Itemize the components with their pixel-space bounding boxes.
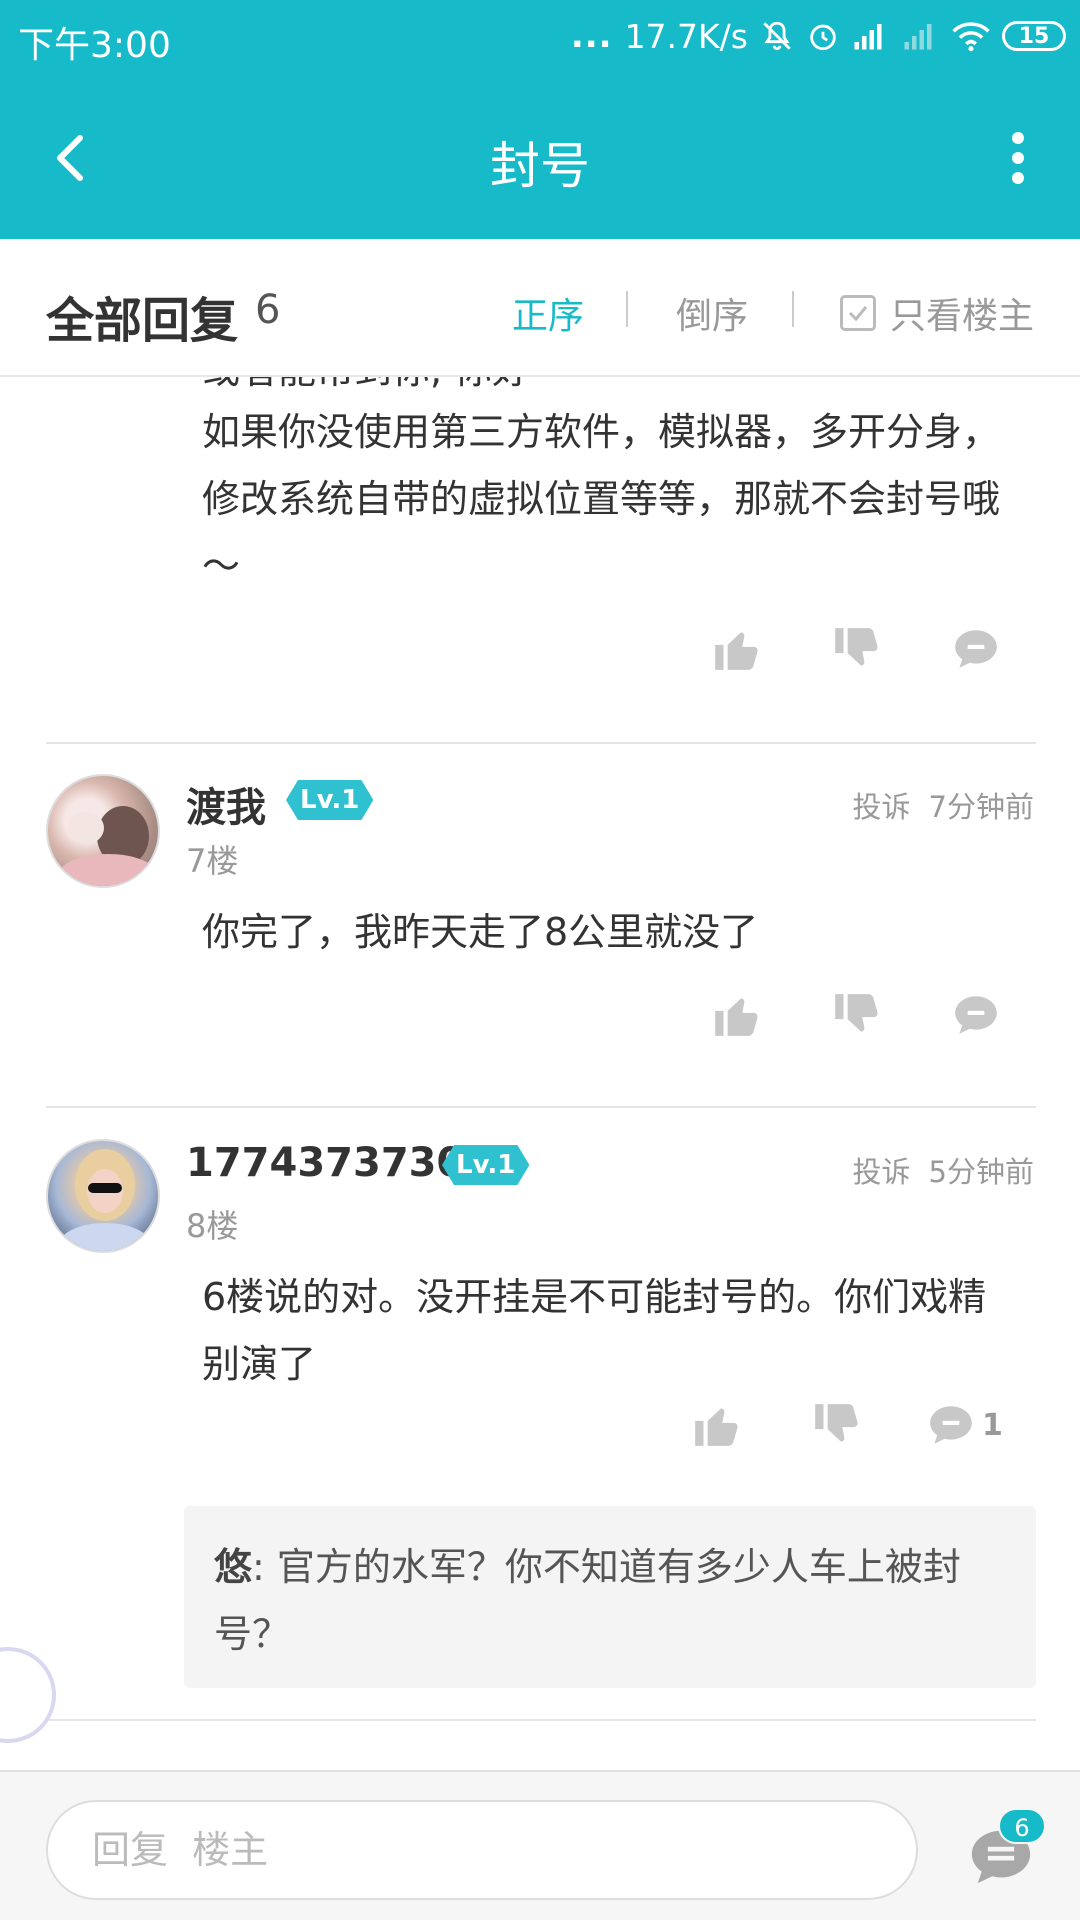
level-badge: Lv.1 bbox=[286, 780, 373, 820]
thumbs-up-icon bbox=[695, 1408, 738, 1446]
sub-reply-author[interactable]: 悠 bbox=[214, 1545, 252, 1589]
reply-input[interactable] bbox=[48, 1802, 916, 1898]
comment-count-badge: 6 bbox=[998, 1808, 1046, 1844]
comment-button[interactable]: 1 bbox=[926, 1395, 1016, 1455]
alarm-icon bbox=[806, 19, 840, 53]
level-badge: Lv.1 bbox=[442, 1145, 529, 1185]
divider bbox=[46, 1106, 1036, 1108]
checkbox[interactable] bbox=[840, 295, 876, 331]
floor-number: 8楼 bbox=[186, 1207, 239, 1245]
only-owner-filter[interactable]: 只看楼主 bbox=[840, 287, 1034, 339]
comment-icon bbox=[955, 996, 997, 1034]
username[interactable]: 1774373730 bbox=[186, 1140, 464, 1186]
report-link[interactable]: 投诉 bbox=[853, 784, 911, 826]
comment-icon bbox=[955, 630, 997, 668]
more-options-button[interactable] bbox=[998, 128, 1038, 188]
page-title: 封号 bbox=[490, 137, 590, 195]
post-text: 你完了，我昨天走了8公里就没了 bbox=[202, 910, 759, 954]
wifi-icon bbox=[952, 20, 990, 52]
reply-list: 或者能帮到你, 你好 如果你没使用第三方软件，模拟器，多开分身，修改系统自带的虚… bbox=[0, 377, 1080, 1770]
comment-count: 1 bbox=[982, 1407, 1003, 1443]
nav-bar: 封号 bbox=[0, 76, 1080, 239]
reply-input-wrapper[interactable] bbox=[46, 1800, 918, 1900]
floating-assistive-button[interactable] bbox=[0, 1647, 56, 1743]
floor-number: 7楼 bbox=[186, 842, 239, 880]
thumbs-down-icon bbox=[835, 994, 878, 1032]
post-actions: 1 bbox=[686, 1395, 1016, 1455]
thumbs-down-icon bbox=[815, 1404, 858, 1442]
like-button[interactable] bbox=[706, 985, 766, 1045]
post-time: 5分钟前 bbox=[928, 1155, 1034, 1189]
battery-level: 15 bbox=[1018, 23, 1050, 49]
status-bar: 下午3:00 ... 17.7K/s 15 bbox=[0, 0, 1080, 76]
more-vertical-icon bbox=[1012, 132, 1024, 184]
thumbs-up-icon bbox=[715, 998, 758, 1036]
divider bbox=[792, 291, 794, 327]
status-icons: ... 17.7K/s 15 bbox=[571, 16, 1066, 56]
network-speed: 17.7K/s bbox=[624, 16, 748, 56]
post-time: 7分钟前 bbox=[928, 790, 1034, 824]
comment-icon bbox=[930, 1406, 972, 1444]
dislike-button[interactable] bbox=[806, 1395, 866, 1455]
all-replies-title: 全部回复 bbox=[46, 293, 239, 349]
sub-reply-text: : 官方的水军？你不知道有多少人车上被封号？ bbox=[214, 1545, 961, 1656]
thumbs-up-icon bbox=[715, 632, 758, 670]
post-text: 6楼说的对。没开挂是不可能封号的。你们戏精别演了 bbox=[202, 1275, 987, 1386]
post-actions bbox=[706, 985, 1006, 1045]
status-time: 下午3:00 bbox=[18, 25, 171, 66]
battery-icon: 15 bbox=[1002, 21, 1066, 51]
more-notifications-icon: ... bbox=[570, 16, 613, 56]
like-button[interactable] bbox=[706, 619, 766, 679]
only-owner-label: 只看楼主 bbox=[890, 296, 1035, 337]
comment-button[interactable] bbox=[946, 619, 1006, 679]
signal-icon bbox=[852, 21, 890, 51]
sort-ascending-tab[interactable]: 正序 bbox=[512, 287, 584, 339]
reply-count: 6 bbox=[255, 287, 281, 333]
comment-button[interactable] bbox=[946, 985, 1006, 1045]
post-meta: 投诉 5分钟前 bbox=[853, 1149, 1034, 1191]
post-actions bbox=[706, 619, 1006, 679]
top-bar: 下午3:00 ... 17.7K/s 15 封号 bbox=[0, 0, 1080, 239]
avatar-image bbox=[58, 806, 158, 886]
divider bbox=[46, 1719, 1036, 1721]
avatar[interactable] bbox=[46, 774, 160, 888]
sub-reply[interactable]: 悠: 官方的水军？你不知道有多少人车上被封号？ bbox=[184, 1506, 1036, 1688]
mute-icon bbox=[760, 19, 794, 53]
avatar-image bbox=[59, 1149, 151, 1251]
divider bbox=[46, 742, 1036, 744]
thumbs-down-icon bbox=[835, 628, 878, 666]
post-text: 如果你没使用第三方软件，模拟器，多开分身，修改系统自带的虚拟位置等等，那就不会封… bbox=[202, 410, 1001, 588]
signal-empty-icon bbox=[902, 21, 940, 51]
divider bbox=[626, 291, 628, 327]
dislike-button[interactable] bbox=[826, 619, 886, 679]
avatar[interactable] bbox=[46, 1139, 160, 1253]
report-link[interactable]: 投诉 bbox=[853, 1149, 911, 1191]
username[interactable]: 渡我 bbox=[186, 775, 266, 833]
like-button[interactable] bbox=[686, 1395, 746, 1455]
reply-composer: 6 bbox=[0, 1770, 1080, 1920]
check-icon bbox=[848, 306, 868, 322]
post-meta: 投诉 7分钟前 bbox=[853, 784, 1034, 826]
dislike-button[interactable] bbox=[826, 985, 886, 1045]
reply-header: 全部回复 6 正序 倒序 只看楼主 bbox=[0, 239, 1080, 377]
sort-descending-tab[interactable]: 倒序 bbox=[676, 287, 748, 339]
